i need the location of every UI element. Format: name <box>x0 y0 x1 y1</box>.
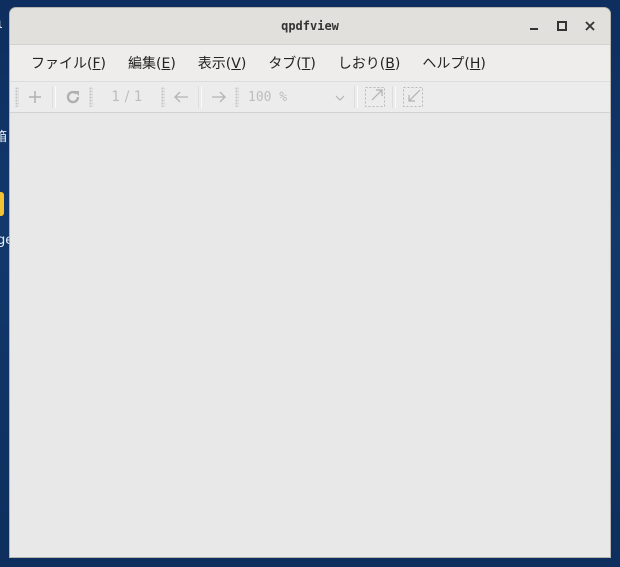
toolbar-grip-handle[interactable] <box>15 87 19 107</box>
title-bar[interactable]: qpdfview <box>10 8 610 45</box>
menu-edit[interactable]: 編集(E) <box>117 53 187 73</box>
toolbar-grip-handle[interactable] <box>161 87 165 107</box>
menu-tabs[interactable]: タブ(T) <box>257 53 327 73</box>
page-number-field[interactable]: 1 / 1 <box>96 85 158 109</box>
chevron-down-icon <box>332 90 348 105</box>
open-file-button[interactable] <box>22 84 48 110</box>
shrink-icon <box>403 87 423 107</box>
expand-icon <box>365 87 385 107</box>
desktop-text-fragment: ι <box>0 17 3 32</box>
window-controls <box>520 8 604 44</box>
maximize-icon <box>557 21 567 31</box>
toolbar-separator <box>354 86 358 108</box>
fit-to-width-button[interactable] <box>400 84 426 110</box>
previous-page-button[interactable] <box>168 84 194 110</box>
toolbar-grip-handle[interactable] <box>235 87 239 107</box>
next-page-button[interactable] <box>206 84 232 110</box>
main-toolbar: 1 / 1 100 % <box>10 82 610 113</box>
zoom-select[interactable]: 100 % <box>242 85 350 109</box>
menu-help[interactable]: ヘルプ(H) <box>411 53 496 73</box>
refresh-button[interactable] <box>60 84 86 110</box>
window-title: qpdfview <box>281 19 339 33</box>
minimize-icon <box>530 28 538 30</box>
plus-icon <box>29 91 41 103</box>
menu-view[interactable]: 表示(V) <box>187 53 258 73</box>
refresh-icon <box>66 90 80 104</box>
toolbar-grip-handle[interactable] <box>89 87 93 107</box>
document-view-area[interactable] <box>10 118 610 557</box>
close-button[interactable] <box>576 12 604 40</box>
menu-bar: ファイル(F) 編集(E) 表示(V) タブ(T) しおり(B) ヘルプ(H) <box>10 45 610 82</box>
toolbar-separator <box>392 86 396 108</box>
menu-file[interactable]: ファイル(F) <box>20 53 117 73</box>
close-icon <box>585 21 595 31</box>
arrow-right-icon <box>212 91 226 103</box>
qpdfview-window: qpdfview ファイル(F) 編集(E) 表示(V) タブ(T) しおり(B… <box>10 8 610 557</box>
desktop-folder-icon[interactable] <box>0 192 4 216</box>
maximize-button[interactable] <box>548 12 576 40</box>
minimize-button[interactable] <box>520 12 548 40</box>
arrow-left-icon <box>174 91 188 103</box>
zoom-value: 100 % <box>248 89 288 105</box>
fit-to-page-button[interactable] <box>362 84 388 110</box>
desktop-icon-label: 箱 <box>0 130 8 145</box>
toolbar-separator <box>52 86 56 108</box>
menu-bookmarks[interactable]: しおり(B) <box>327 53 412 73</box>
toolbar-separator <box>198 86 202 108</box>
